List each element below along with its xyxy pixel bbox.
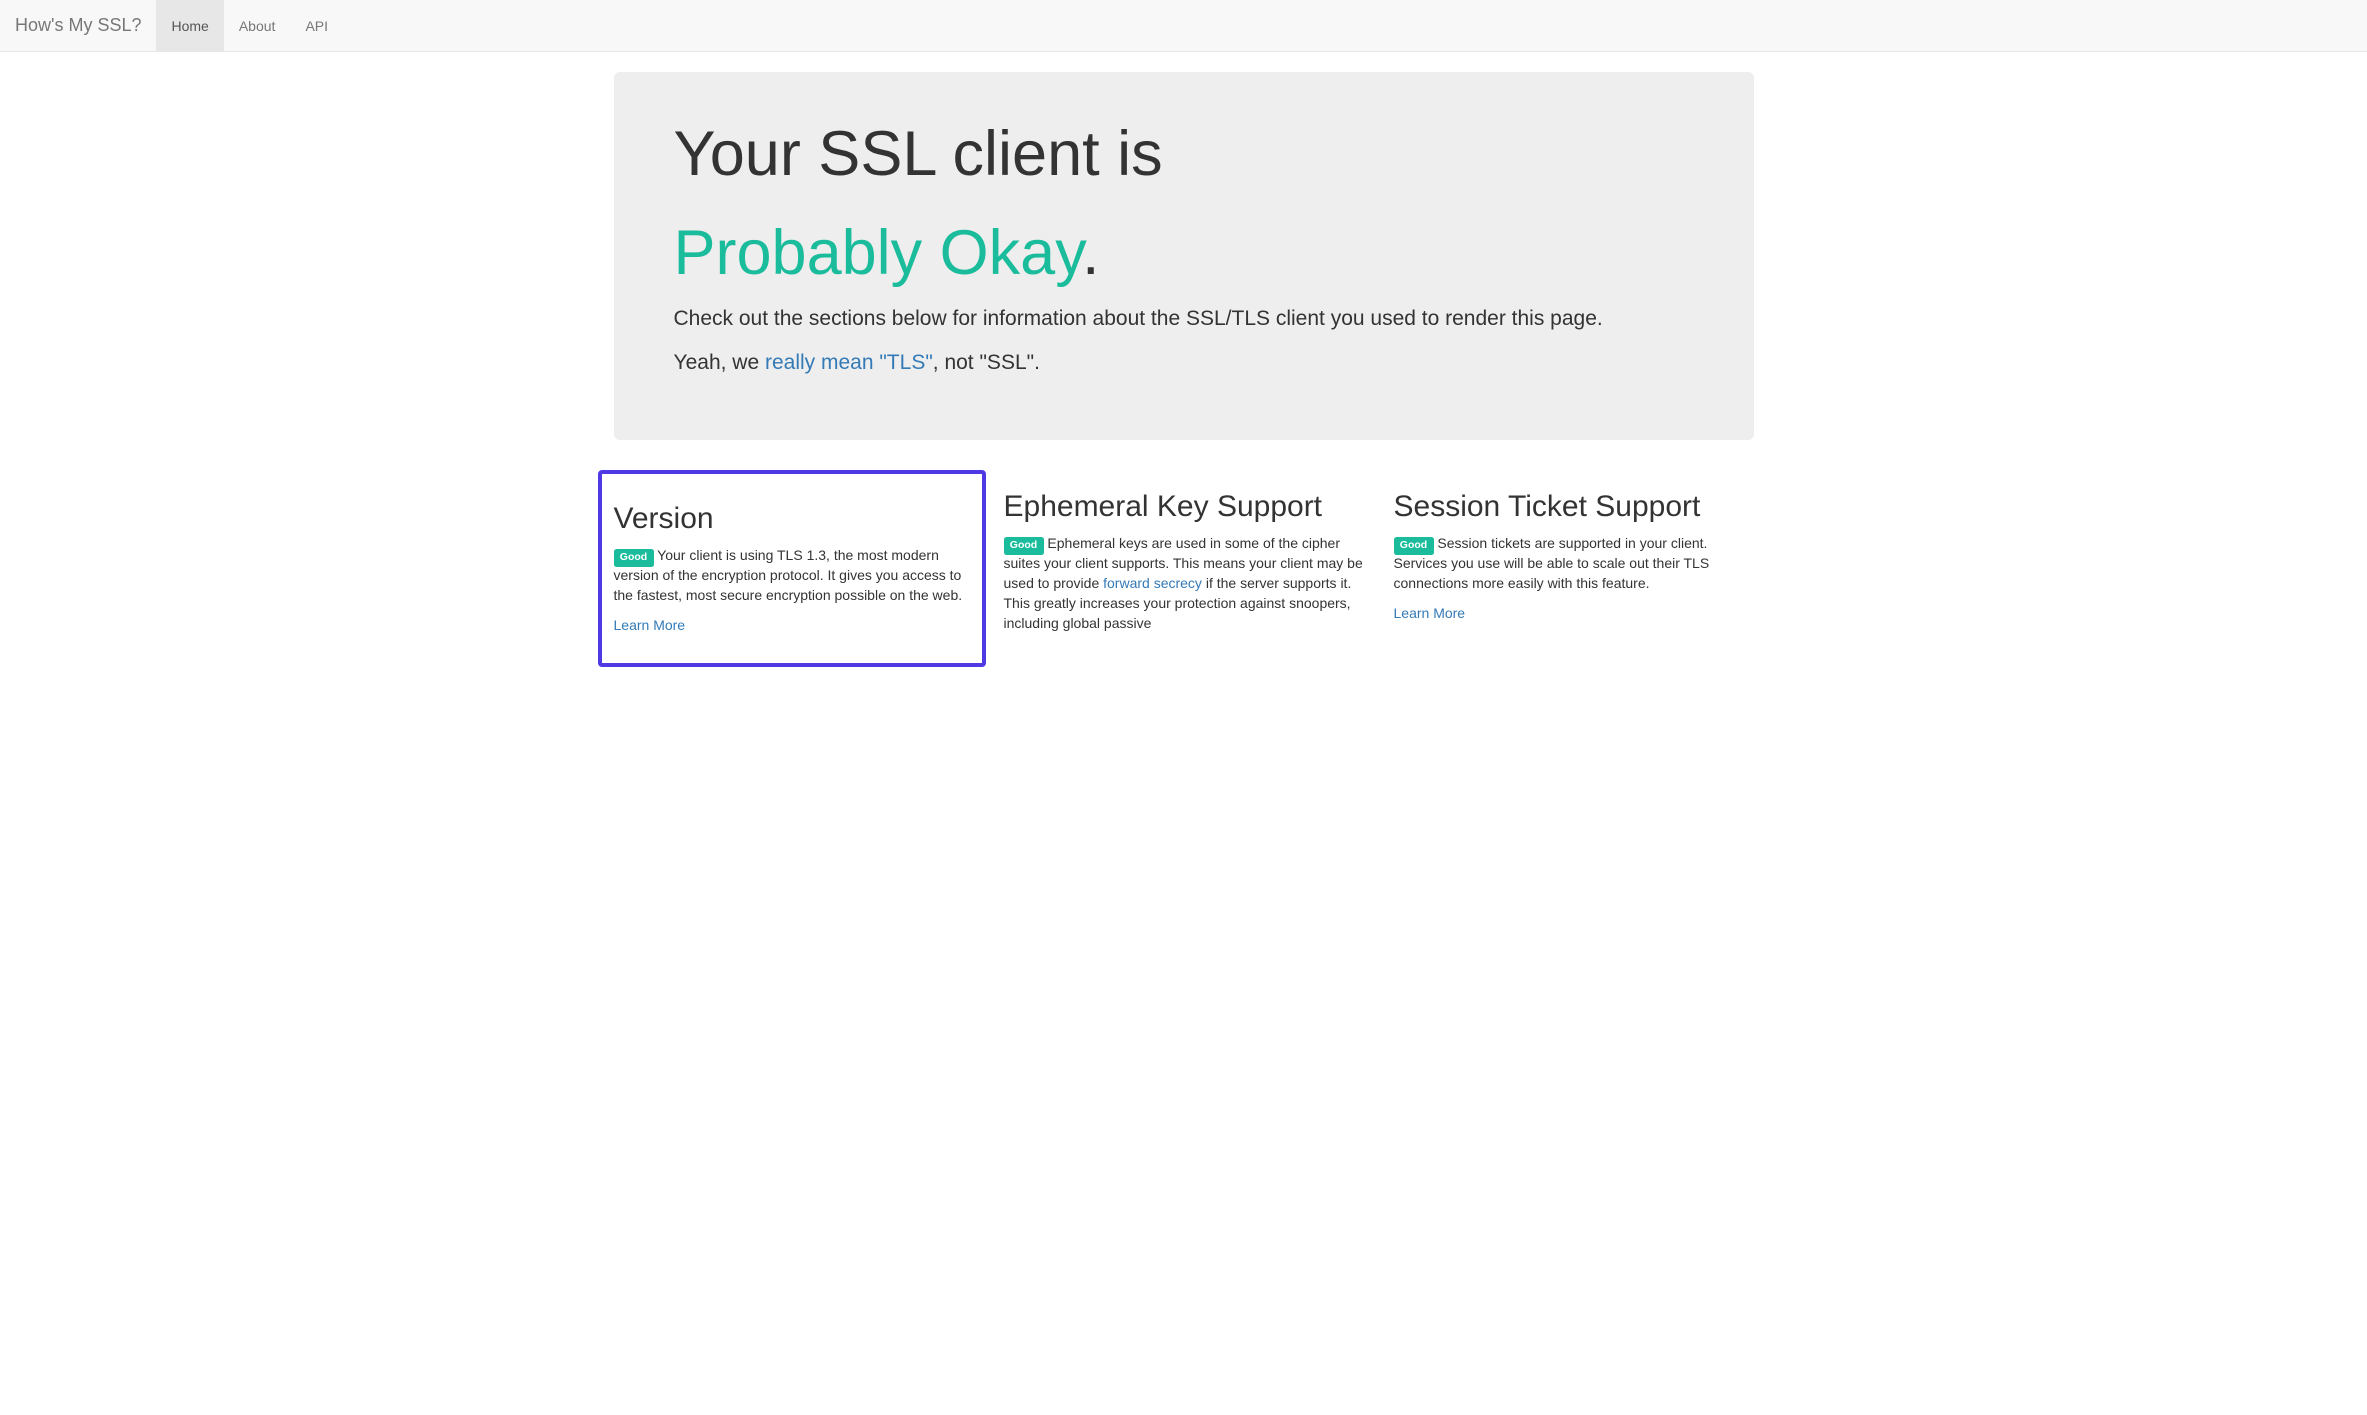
nav-link-about[interactable]: About [224,0,291,51]
version-highlight-box: Version Good Your client is using TLS 1.… [598,470,986,667]
nav-link-api[interactable]: API [290,0,343,51]
version-column: Version Good Your client is using TLS 1.… [599,470,989,667]
ephemeral-desc: Good Ephemeral keys are used in some of … [1004,533,1364,633]
hero-tls-suffix: , not "SSL". [933,351,1040,374]
session-learn-more-link[interactable]: Learn More [1394,605,1466,621]
hero-subtext: Check out the sections below for informa… [674,304,1694,333]
brand-link[interactable]: How's My SSL? [0,0,156,51]
hero-rating-line: Probably Okay. [674,219,1694,288]
version-learn-more-link[interactable]: Learn More [614,617,686,633]
session-desc: Good Session tickets are supported in yo… [1394,533,1754,593]
nav-list: Home About API [156,0,343,51]
session-title: Session Ticket Support [1394,490,1754,523]
session-column: Session Ticket Support Good Session tick… [1379,470,1769,667]
nav-link-home[interactable]: Home [156,0,223,51]
hero: Your SSL client is Probably Okay. Check … [614,72,1754,440]
hero-period: . [1082,218,1100,288]
navbar: How's My SSL? Home About API [0,0,2367,52]
forward-secrecy-link[interactable]: forward secrecy [1103,575,1202,591]
nav-item-api: API [290,0,343,51]
session-badge: Good [1394,537,1434,554]
hero-tls-prefix: Yeah, we [674,351,765,374]
hero-tls-link[interactable]: really mean "TLS" [765,351,933,374]
nav-item-about: About [224,0,291,51]
hero-tls-note: Yeah, we really mean "TLS", not "SSL". [674,348,1694,377]
sections-row: Version Good Your client is using TLS 1.… [599,470,1769,667]
hero-title-prefix: Your SSL client is [674,120,1694,189]
hero-rating: Probably Okay [674,218,1083,288]
ephemeral-title: Ephemeral Key Support [1004,490,1364,523]
version-desc: Good Your client is using TLS 1.3, the m… [614,545,970,605]
version-learn-more-wrap: Learn More [614,615,970,635]
version-badge: Good [614,549,654,566]
version-text: Your client is using TLS 1.3, the most m… [614,547,963,603]
ephemeral-badge: Good [1004,537,1044,554]
version-title: Version [614,502,970,535]
session-learn-more-wrap: Learn More [1394,603,1754,623]
main-container: Your SSL client is Probably Okay. Check … [599,72,1769,667]
session-text: Session tickets are supported in your cl… [1394,535,1710,591]
ephemeral-column: Ephemeral Key Support Good Ephemeral key… [989,470,1379,667]
nav-item-home: Home [156,0,223,51]
